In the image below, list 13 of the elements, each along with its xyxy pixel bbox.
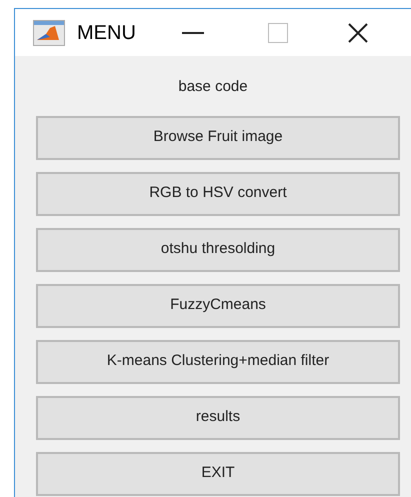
menu-button[interactable]: EXIT	[36, 452, 400, 496]
heading: base code	[178, 77, 248, 97]
minimize-icon	[182, 32, 204, 34]
window-title: MENU	[77, 20, 136, 46]
app-logo-icon	[33, 20, 65, 46]
menu-button[interactable]: results	[36, 396, 400, 440]
maximize-icon	[268, 22, 288, 42]
menu-button[interactable]: RGB to HSV convert	[36, 172, 400, 216]
menu-button[interactable]: K-means Clustering+median filter	[36, 340, 400, 384]
menu-button[interactable]: FuzzyCmeans	[36, 284, 400, 328]
close-icon	[348, 22, 368, 42]
menu-button[interactable]: otshu thresolding	[36, 228, 400, 272]
menu-button[interactable]: Browse Fruit image	[36, 116, 400, 160]
